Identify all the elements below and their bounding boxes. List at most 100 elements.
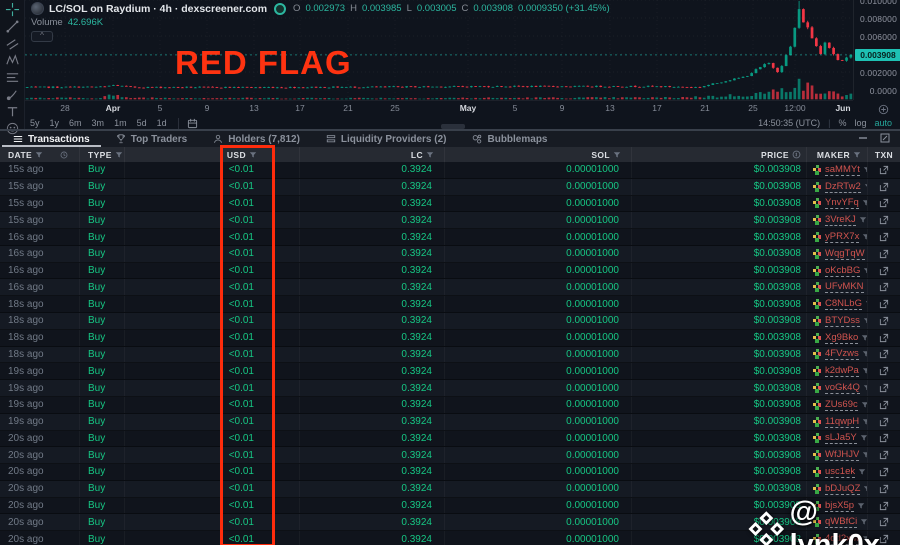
txn-popout-icon[interactable] [879,433,889,443]
col-header-date[interactable]: DATE [0,147,80,162]
pattern-tool-icon[interactable] [4,54,21,67]
txn-popout-icon[interactable] [879,383,889,393]
tx-maker[interactable]: 11qwpH [807,413,868,430]
maker-address[interactable]: yPRX7x [825,231,860,244]
tab-liquidity-providers-2-[interactable]: Liquidity Providers (2) [313,131,460,147]
table-row[interactable]: 16s ago Buy <0.01 0.3924 0.00001000 $0.003908… [0,245,900,263]
txn-popout-icon[interactable] [879,349,889,359]
trendline-tool-icon[interactable] [4,20,21,33]
tx-link[interactable] [868,296,900,312]
tx-link[interactable] [868,447,900,463]
txn-popout-icon[interactable] [879,299,889,309]
tx-maker[interactable]: ZUs69c [807,396,868,413]
tx-maker[interactable]: sLJa5Y [807,430,868,447]
tx-maker[interactable]: voGk4Q [807,380,868,396]
maker-address[interactable]: 11qwpH [825,416,860,428]
tx-link[interactable] [868,431,900,447]
table-row[interactable]: 15s ago Buy <0.01 0.3924 0.00001000 $0.003908… [0,178,900,196]
table-row[interactable]: 15s ago Buy <0.01 0.3924 0.00001000 $0.003908… [0,162,900,179]
expand-icon[interactable] [880,130,890,148]
time-axis[interactable]: 28 Apr 5 9 13 17 21 25 May 5 9 13 17 21 25 12:00 Jun [25,100,853,116]
tx-maker[interactable]: 3VreKJ [807,212,868,229]
tx-link[interactable] [868,481,900,497]
maker-filter-icon[interactable] [859,216,867,224]
scale-auto-button[interactable]: auto [874,118,892,128]
maker-address[interactable]: 4FVzws [825,348,859,361]
text-tool-icon[interactable] [4,105,21,118]
table-row[interactable]: 15s ago Buy <0.01 0.3924 0.00001000 $0.003908… [0,212,900,230]
tx-maker[interactable]: 4FVzws [807,346,868,363]
maker-address[interactable]: 3VreKJ [825,214,856,227]
crosshair-tool-icon[interactable] [4,2,21,17]
timeframe-1d[interactable]: 1d [152,118,172,128]
tx-link[interactable] [868,212,900,228]
txn-popout-icon[interactable] [879,165,889,175]
tx-link[interactable] [868,279,900,295]
parallel-channel-tool-icon[interactable] [4,37,21,50]
table-row[interactable]: 15s ago Buy <0.01 0.3924 0.00001000 $0.003908… [0,195,900,213]
tx-maker[interactable]: usc1ek [807,464,868,480]
brush-tool-icon[interactable] [4,88,21,101]
price-axis[interactable]: 0.003908 0.010000 0.008000 0.006000 0.00200… [853,0,900,100]
tx-maker[interactable]: BTYDss [807,313,868,329]
clock-utc[interactable]: 14:50:35 (UTC) [758,118,820,128]
tx-maker[interactable]: UFvMKN [807,279,868,296]
table-row[interactable]: 18s ago Buy <0.01 0.3924 0.00001000 $0.003908… [0,313,900,330]
tx-link[interactable] [868,464,900,480]
tx-maker[interactable]: DzRTw2 [807,178,868,195]
tab-top-traders[interactable]: Top Traders [103,131,201,147]
tx-maker[interactable]: YnvYFq [807,195,868,212]
tx-link[interactable] [868,162,900,178]
table-row[interactable]: 20s ago Buy <0.01 0.3924 0.00001000 $0.003908… [0,430,900,448]
tx-link[interactable] [868,263,900,279]
table-row[interactable]: 20s ago Buy <0.01 0.3924 0.00001000 $0.003908… [0,447,900,465]
table-row[interactable]: 19s ago Buy <0.01 0.3924 0.00001000 $0.003908… [0,363,900,381]
tx-maker[interactable]: saMMYt [807,162,868,178]
tx-link[interactable] [868,347,900,363]
txn-popout-icon[interactable] [879,249,889,259]
maker-address[interactable]: WqgTqW [825,248,865,260]
tx-link[interactable] [868,363,900,379]
maker-address[interactable]: saMMYt [825,164,860,176]
timeframe-1m[interactable]: 1m [109,118,132,128]
pane-divider[interactable] [0,129,900,131]
txn-popout-icon[interactable] [879,282,889,292]
timeframe-1y[interactable]: 1y [45,118,65,128]
maker-address[interactable]: Xg9Bko [825,332,859,344]
tx-link[interactable] [868,313,900,329]
maker-address[interactable]: C8NLbG [825,298,862,311]
maker-filter-icon[interactable] [861,401,867,409]
scale-percent-button[interactable]: % [838,118,846,128]
tx-maker[interactable]: C8NLbG [807,296,868,313]
tx-link[interactable] [868,229,900,245]
tx-maker[interactable]: Xg9Bko [807,329,868,346]
maker-address[interactable]: UFvMKN [825,281,864,294]
visibility-dot-icon[interactable] [274,2,287,15]
tx-maker[interactable]: yPRX7x [807,229,868,245]
col-header-lc[interactable]: LC [300,147,445,162]
maker-address[interactable]: oKcbBG [825,265,861,277]
maker-filter-icon[interactable] [858,468,866,476]
maker-address[interactable]: k2dwPa [825,365,859,378]
col-header-usd[interactable]: USD [125,147,300,162]
table-row[interactable]: 19s ago Buy <0.01 0.3924 0.00001000 $0.003908… [0,413,900,431]
projection-tool-icon[interactable] [4,71,21,84]
table-row[interactable]: 18s ago Buy <0.01 0.3924 0.00001000 $0.003908… [0,296,900,314]
maker-address[interactable]: YnvYFq [825,197,859,210]
tab-holders-7-812-[interactable]: Holders (7,812) [200,131,313,147]
tx-link[interactable] [868,179,900,195]
txn-popout-icon[interactable] [879,333,889,343]
table-row[interactable]: 19s ago Buy <0.01 0.3924 0.00001000 $0.003908… [0,380,900,397]
col-header-sol[interactable]: SOL [445,147,632,162]
maker-address[interactable]: voGk4Q [825,382,860,395]
maker-address[interactable]: WfJHJV [825,449,860,462]
tx-link[interactable] [868,397,900,413]
legend-collapse-button[interactable]: ^ [31,31,53,42]
timeframe-5d[interactable]: 5d [132,118,152,128]
table-row[interactable]: 16s ago Buy <0.01 0.3924 0.00001000 $0.003908… [0,279,900,297]
tx-link[interactable] [868,414,900,430]
txn-popout-icon[interactable] [879,232,889,242]
timeframe-3m[interactable]: 3m [87,118,110,128]
txn-popout-icon[interactable] [879,484,889,494]
maker-filter-icon[interactable] [860,434,867,442]
